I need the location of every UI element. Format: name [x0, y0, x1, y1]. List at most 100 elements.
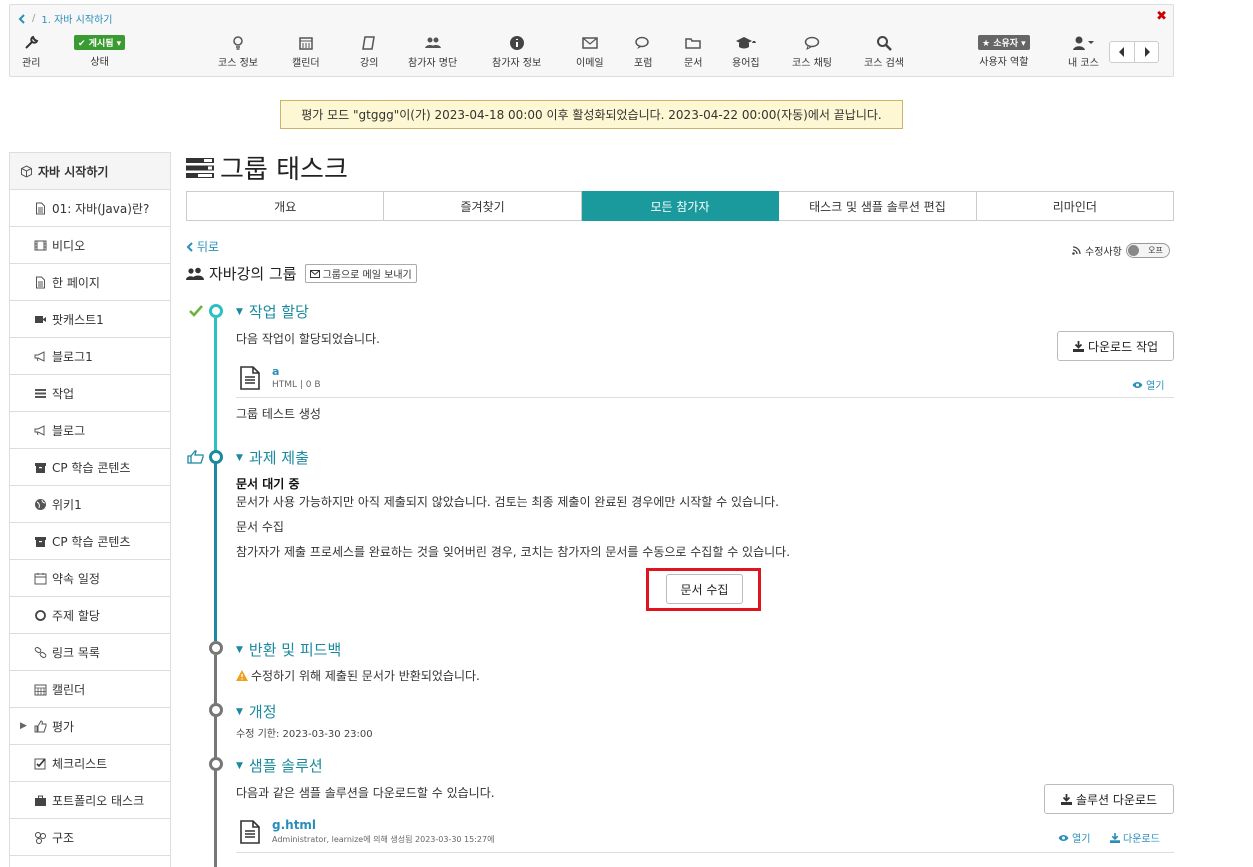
tool-label: 포럼 — [634, 58, 653, 69]
step-feedback-title[interactable]: ▼ 반환 및 피드백 — [236, 639, 341, 660]
tool-label: 참가자 정보 — [492, 58, 542, 69]
solution-open-link[interactable]: 열기 — [1058, 830, 1090, 845]
tool-course-chat[interactable]: 코스 채팅 — [792, 35, 832, 69]
download-icon — [1110, 832, 1120, 843]
sidebar-root-label: 자바 시작하기 — [38, 164, 109, 179]
caret-right-icon[interactable]: ▶ — [20, 721, 27, 731]
sidebar-item-label: CP 학습 콘텐츠 — [52, 534, 131, 549]
course-sidebar: 자바 시작하기 01: 자바(Java)란? 비디오 한 페이지 팟캐스트1 블… — [9, 152, 171, 867]
cube-icon — [20, 164, 33, 178]
sidebar-item-blog[interactable]: 블로그 — [10, 412, 170, 449]
next-course-button[interactable] — [1134, 42, 1158, 62]
solution-file-link[interactable]: g.html — [272, 818, 316, 832]
sidebar-item-portfolio-task[interactable]: 포트폴리오 태스크 — [10, 782, 170, 819]
step-solution-title[interactable]: ▼ 샘플 솔루션 — [236, 755, 323, 776]
manage-label: 관리 — [22, 58, 41, 69]
step-revision-title[interactable]: ▼ 개정 — [236, 701, 277, 722]
status-label: 상태 — [90, 57, 109, 68]
step-assignment-title[interactable]: ▼ 작업 할당 — [236, 301, 309, 322]
owner-badge[interactable]: ★ 소유자 ▾ — [978, 35, 1030, 50]
tab-edit-task[interactable]: 태스크 및 샘플 솔루션 편집 — [779, 191, 977, 221]
camera-icon — [34, 313, 47, 326]
chevron-left-icon[interactable] — [18, 13, 26, 24]
wrench-icon — [23, 35, 39, 51]
back-link[interactable]: 뒤로 — [186, 238, 219, 255]
download-solution-button[interactable]: 솔루션 다운로드 — [1044, 784, 1174, 814]
sidebar-item-label: 체크리스트 — [52, 756, 108, 771]
assignment-file-link[interactable]: a — [272, 365, 279, 378]
solution-download-link[interactable]: 다운로드 — [1110, 830, 1160, 845]
sidebar-item-cp-content-1[interactable]: CP 학습 콘텐츠 — [10, 449, 170, 486]
breadcrumb-item[interactable]: 1. 자바 시작하기 — [41, 11, 112, 26]
tool-documents[interactable]: 문서 — [684, 35, 702, 69]
tool-glossary[interactable]: 용어집 — [732, 35, 760, 69]
open-label: 열기 — [1146, 381, 1165, 392]
tool-participant-info[interactable]: 참가자 정보 — [492, 35, 541, 69]
tool-course-search[interactable]: 코스 검색 — [864, 35, 904, 69]
tool-email[interactable]: 이메일 — [576, 35, 604, 69]
manage-button[interactable]: 관리 — [22, 35, 40, 69]
sidebar-item-link-list[interactable]: 링크 목록 — [10, 634, 170, 671]
status-button[interactable]: ✔ 게시됨 ▾ 상태 — [74, 35, 126, 68]
assignment-desc: 다음 작업이 할당되었습니다. — [236, 332, 380, 346]
tool-forum[interactable]: 포럼 — [634, 35, 652, 69]
download-task-button[interactable]: 다운로드 작업 — [1057, 331, 1174, 361]
my-courses-button[interactable]: 내 코스 — [1068, 35, 1099, 69]
step-title-text: 샘플 솔루션 — [248, 757, 323, 775]
tab-overview[interactable]: 개요 — [186, 191, 385, 221]
tab-reminders[interactable]: 리마인더 — [976, 191, 1175, 221]
sidebar-item-label: 링크 목록 — [52, 645, 100, 660]
sidebar-item-calendar[interactable]: 캘린더 — [10, 671, 170, 708]
sidebar-item-task[interactable]: 작업 — [10, 375, 170, 412]
sidebar-item-appointments[interactable]: 약속 일정 — [10, 560, 170, 597]
sidebar-item-label: 작업 — [52, 386, 75, 401]
warning-icon — [236, 670, 248, 681]
toggle-state-label: 오프 — [1148, 246, 1163, 255]
tool-roster[interactable]: 참가자 명단 — [408, 35, 457, 69]
published-badge[interactable]: ✔ 게시됨 ▾ — [74, 35, 126, 50]
tool-lecture[interactable]: 강의 — [360, 35, 378, 69]
waiting-title: 문서 대기 중 — [236, 477, 300, 491]
caret-down-icon: ▼ — [236, 452, 243, 463]
archive-icon — [34, 535, 47, 548]
sitemap-icon — [34, 831, 47, 844]
document-icon — [34, 202, 47, 215]
sidebar-item-assessment[interactable]: ▶ 평가 — [10, 708, 170, 745]
tool-label: 용어집 — [732, 58, 760, 69]
step-title-text: 과제 제출 — [248, 449, 309, 467]
eye-icon — [1132, 381, 1143, 389]
step-submission-title[interactable]: ▼ 과제 제출 — [236, 447, 309, 468]
sidebar-item-label: 블로그 — [52, 423, 86, 438]
sidebar-item-label: 구조 — [52, 830, 75, 845]
solution-file-meta: Administrator, learnize에 의해 생성됨 2023-03-… — [272, 835, 495, 844]
changes-toggle[interactable]: 오프 — [1125, 243, 1170, 258]
sidebar-item-blog1[interactable]: 블로그1 — [10, 338, 170, 375]
collect-documents-button[interactable]: 문서 수집 — [666, 574, 743, 604]
sidebar-item-video[interactable]: 비디오 — [10, 227, 170, 264]
tool-calendar[interactable]: 캘린더 — [292, 35, 320, 69]
chat-bubble-icon — [804, 35, 820, 51]
sidebar-item-wiki1[interactable]: 위키1 — [10, 486, 170, 523]
sidebar-item-checklist[interactable]: 체크리스트 — [10, 745, 170, 782]
mail-group-button[interactable]: 그룹으로 메일 보내기 — [304, 264, 417, 283]
eye-icon — [1058, 834, 1069, 842]
sidebar-item-cp-content-2[interactable]: CP 학습 콘텐츠 — [10, 523, 170, 560]
sidebar-item-structure[interactable]: 구조 — [10, 819, 170, 856]
tool-course-info[interactable]: 코스 정보 — [218, 35, 258, 69]
sidebar-item-single-page[interactable]: 한 페이지 — [10, 264, 170, 301]
previous-course-button[interactable] — [1110, 42, 1134, 62]
sidebar-item-podcast[interactable]: 팟캐스트1 — [10, 301, 170, 338]
sidebar-item-topic-assignment[interactable]: 주제 할당 — [10, 597, 170, 634]
assignment-open-link[interactable]: 열기 — [1132, 377, 1164, 392]
sidebar-item-java-intro[interactable]: 01: 자바(Java)란? — [10, 190, 170, 227]
envelope-icon — [309, 269, 320, 278]
sidebar-root-item[interactable]: 자바 시작하기 — [10, 153, 170, 190]
user-role-button[interactable]: ★ 소유자 ▾ 사용자 역할 — [978, 35, 1030, 68]
close-icon[interactable]: ✖ — [1156, 9, 1167, 24]
caret-down-icon: ▼ — [236, 706, 243, 717]
chevron-left-icon — [186, 241, 194, 252]
tab-all-participants[interactable]: 모든 참가자 — [581, 191, 780, 221]
tab-favorites[interactable]: 즐겨찾기 — [384, 191, 582, 221]
sidebar-item-label: 평가 — [52, 719, 75, 734]
folder-icon — [685, 35, 701, 51]
